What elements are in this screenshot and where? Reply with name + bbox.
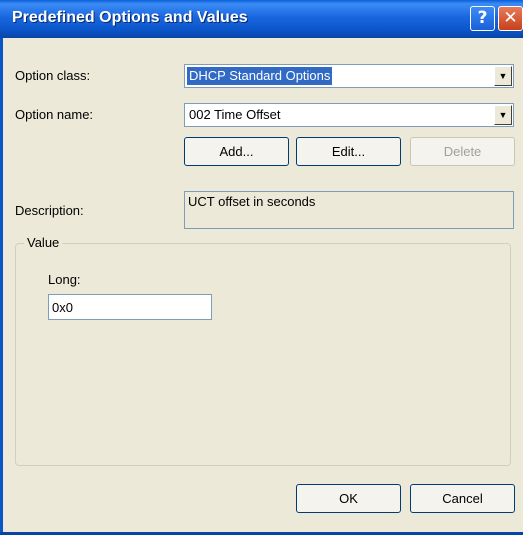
option-class-label: Option class: xyxy=(15,68,91,83)
option-name-value: 002 Time Offset xyxy=(189,107,281,122)
long-value-field[interactable] xyxy=(49,295,211,319)
option-name-label: Option name: xyxy=(15,107,94,122)
delete-button[interactable]: Delete xyxy=(410,137,515,166)
dialog-title: Predefined Options and Values xyxy=(12,9,248,26)
option-name-select[interactable]: 002 Time Offset ▼ xyxy=(184,103,514,127)
chevron-down-icon[interactable]: ▼ xyxy=(494,66,512,86)
ok-button[interactable]: OK xyxy=(296,484,401,513)
help-button[interactable]: ? xyxy=(470,6,495,31)
window-border xyxy=(0,38,3,535)
option-class-value: DHCP Standard Options xyxy=(187,67,333,85)
long-label: Long: xyxy=(48,272,81,287)
value-groupbox xyxy=(15,243,511,466)
description-label: Description: xyxy=(15,203,84,218)
title-bar[interactable]: Predefined Options and Values ? ✕ xyxy=(0,0,523,38)
edit-button[interactable]: Edit... xyxy=(296,137,401,166)
description-value: UCT offset in seconds xyxy=(188,194,316,209)
chevron-down-icon[interactable]: ▼ xyxy=(494,105,512,125)
close-button[interactable]: ✕ xyxy=(498,6,523,31)
option-class-select[interactable]: DHCP Standard Options ▼ xyxy=(184,64,514,88)
long-value-input[interactable] xyxy=(48,294,212,320)
cancel-button[interactable]: Cancel xyxy=(410,484,515,513)
value-group-title: Value xyxy=(24,235,63,250)
predefined-options-dialog: Predefined Options and Values ? ✕ Option… xyxy=(0,0,523,535)
add-button[interactable]: Add... xyxy=(184,137,289,166)
description-field: UCT offset in seconds xyxy=(184,191,514,229)
